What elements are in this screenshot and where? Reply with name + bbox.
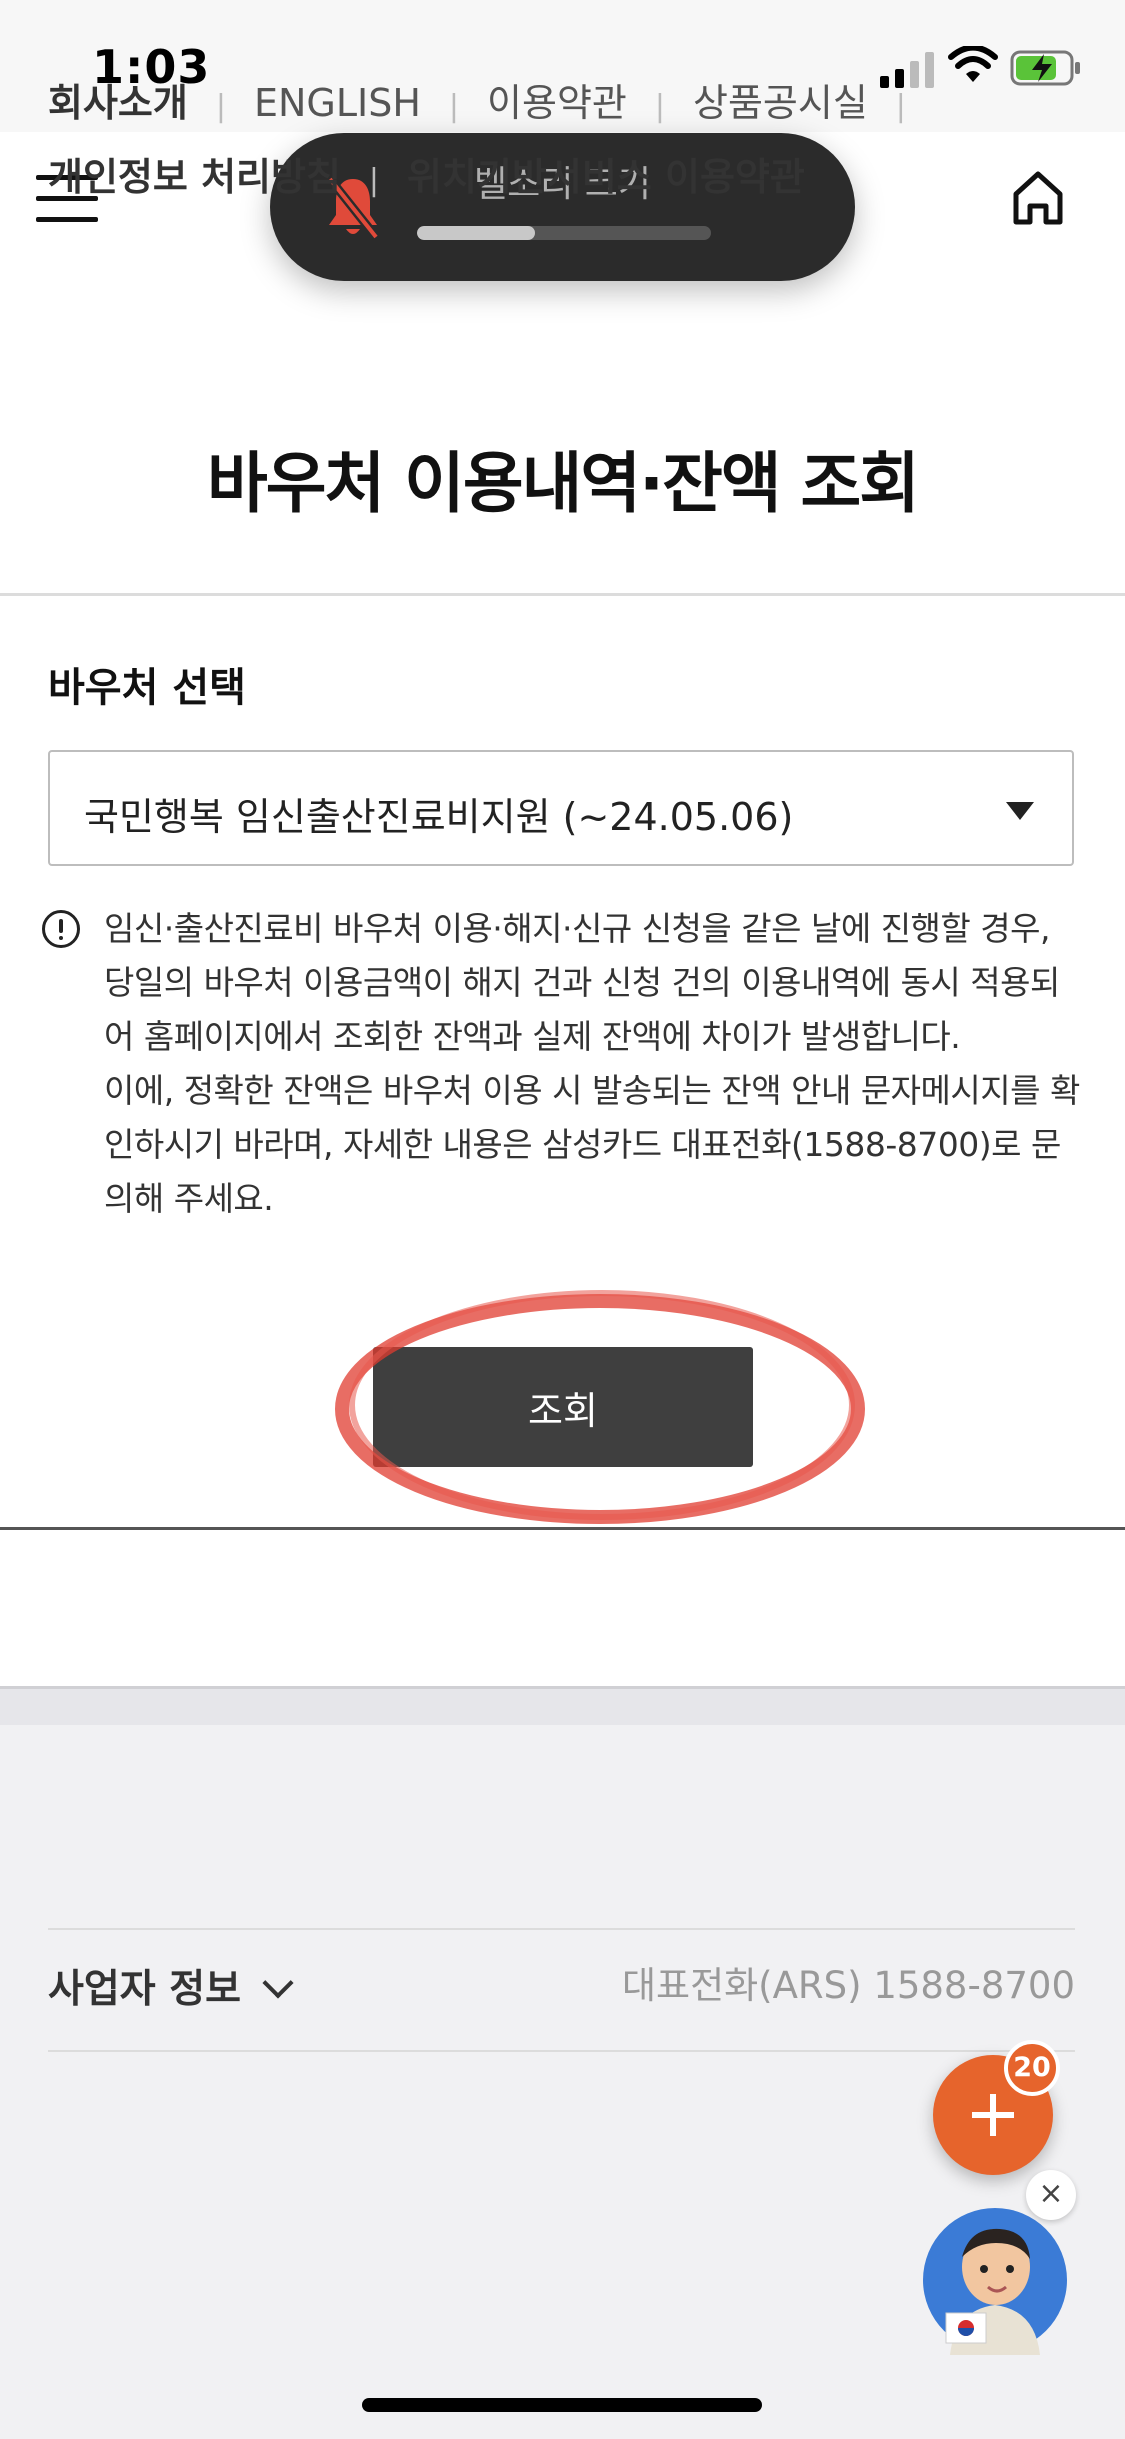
voucher-section-label: 바우처 선택 — [48, 665, 246, 711]
notice-paragraph-1: 임신·출산진료비 바우처 이용·해지·신규 신청을 같은 날에 진행할 경우, … — [104, 909, 1060, 1056]
business-info-label: 사업자 정보 — [48, 1967, 241, 2012]
footer-top-strip — [0, 1689, 1125, 1725]
footer-link-english[interactable]: ENGLISH — [254, 81, 421, 125]
footer-link-location-terms[interactable]: 위치기반서비스 이용약관 — [407, 155, 805, 199]
volume-slider[interactable] — [417, 226, 711, 240]
notice-text: 임신·출산진료비 바우처 이용·해지·신규 신청을 같은 날에 진행할 경우, … — [104, 902, 1084, 1226]
business-info-toggle[interactable]: 사업자 정보 — [48, 1958, 294, 2014]
notification-badge: 20 — [1004, 2040, 1060, 2096]
separator: | — [215, 89, 226, 124]
voucher-select-value: 국민행복 임신출산진료비지원 (~24.05.06) — [84, 795, 794, 839]
footer-links: 회사소개 | ENGLISH | 이용약관 | 상품공시실 | 개인정보 처리방침 | 위치기반서… — [48, 68, 1088, 216]
chatbot-mascot-icon[interactable] — [920, 2205, 1070, 2355]
separator: | — [448, 89, 460, 124]
voucher-select[interactable]: 국민행복 임신출산진료비지원 (~24.05.06) — [48, 750, 1074, 866]
footer-link-terms[interactable]: 이용약관 — [487, 81, 627, 125]
representative-phone[interactable]: 대표전화(ARS) 1588-8700 — [622, 1955, 1075, 2009]
footer-link-product-disclosure[interactable]: 상품공시실 — [693, 81, 868, 125]
footer-link-privacy[interactable]: 개인정보 처리방침 — [48, 155, 341, 199]
content-divider — [0, 1527, 1125, 1530]
notice-paragraph-2: 이에, 정확한 잔액은 바우처 이용 시 발송되는 잔액 안내 문자메시지를 확… — [104, 1071, 1080, 1218]
footer-divider — [48, 2050, 1075, 2052]
divider — [0, 593, 1125, 596]
home-indicator[interactable] — [362, 2398, 762, 2412]
dropdown-arrow-icon — [1006, 802, 1034, 820]
separator: | — [654, 89, 665, 124]
footer-divider — [48, 1928, 1075, 1930]
page-title: 바우처 이용내역·잔액 조회 — [207, 445, 920, 522]
footer-link-company[interactable]: 회사소개 — [48, 81, 188, 125]
info-icon — [42, 910, 80, 948]
separator: | — [895, 89, 906, 124]
separator: | — [368, 163, 380, 198]
volume-level-fill — [417, 226, 535, 240]
query-button[interactable]: 조회 — [373, 1347, 753, 1467]
chevron-down-icon — [262, 1967, 294, 1999]
